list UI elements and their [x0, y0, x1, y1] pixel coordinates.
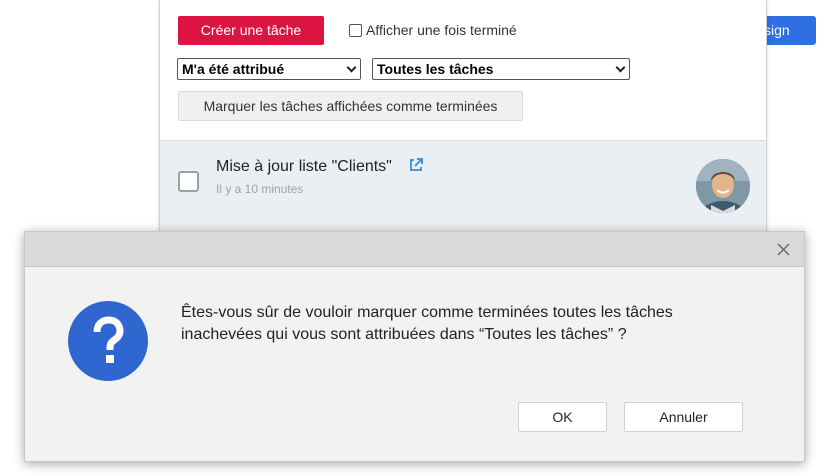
task-checkbox[interactable]: [178, 171, 199, 192]
confirm-dialog: Êtes-vous sûr de vouloir marquer comme t…: [24, 231, 805, 462]
assign-button-label: sign: [764, 22, 790, 38]
tasks-filter-select[interactable]: Toutes les tâches: [372, 58, 630, 80]
cancel-button[interactable]: Annuler: [624, 402, 743, 432]
dialog-titlebar: [25, 232, 804, 267]
create-task-button[interactable]: Créer une tâche: [178, 16, 324, 45]
avatar-image: [696, 159, 750, 213]
question-icon: [68, 301, 148, 381]
task-panel: Créer une tâche Afficher une fois termin…: [159, 0, 767, 240]
avatar: [696, 159, 750, 213]
dialog-message-line2: inachevées qui vous sont attribuées dans…: [181, 326, 627, 343]
tasks-filter-value: Toutes les tâches: [377, 61, 494, 77]
show-done-checkbox[interactable]: [349, 23, 362, 37]
chevron-down-icon: [346, 62, 357, 73]
task-title[interactable]: Mise à jour liste "Clients": [216, 158, 392, 176]
dialog-message-line1: Êtes-vous sûr de vouloir marquer comme t…: [181, 304, 673, 321]
mark-displayed-done-button[interactable]: Marquer les tâches affichées comme termi…: [178, 91, 523, 121]
show-done-toggle[interactable]: Afficher une fois terminé: [349, 22, 517, 38]
task-time: Il y a 10 minutes: [216, 182, 304, 196]
show-done-label: Afficher une fois terminé: [366, 22, 517, 38]
external-link-icon[interactable]: [408, 157, 424, 173]
assigned-filter-value: M'a été attribué: [182, 61, 285, 77]
dialog-message: Êtes-vous sûr de vouloir marquer comme t…: [181, 302, 741, 346]
task-row[interactable]: Mise à jour liste "Clients" Il y a 10 mi…: [160, 140, 766, 240]
chevron-down-icon: [615, 62, 626, 73]
close-icon[interactable]: [777, 243, 790, 256]
assigned-filter-select[interactable]: M'a été attribué: [177, 58, 361, 80]
ok-button[interactable]: OK: [518, 402, 607, 432]
